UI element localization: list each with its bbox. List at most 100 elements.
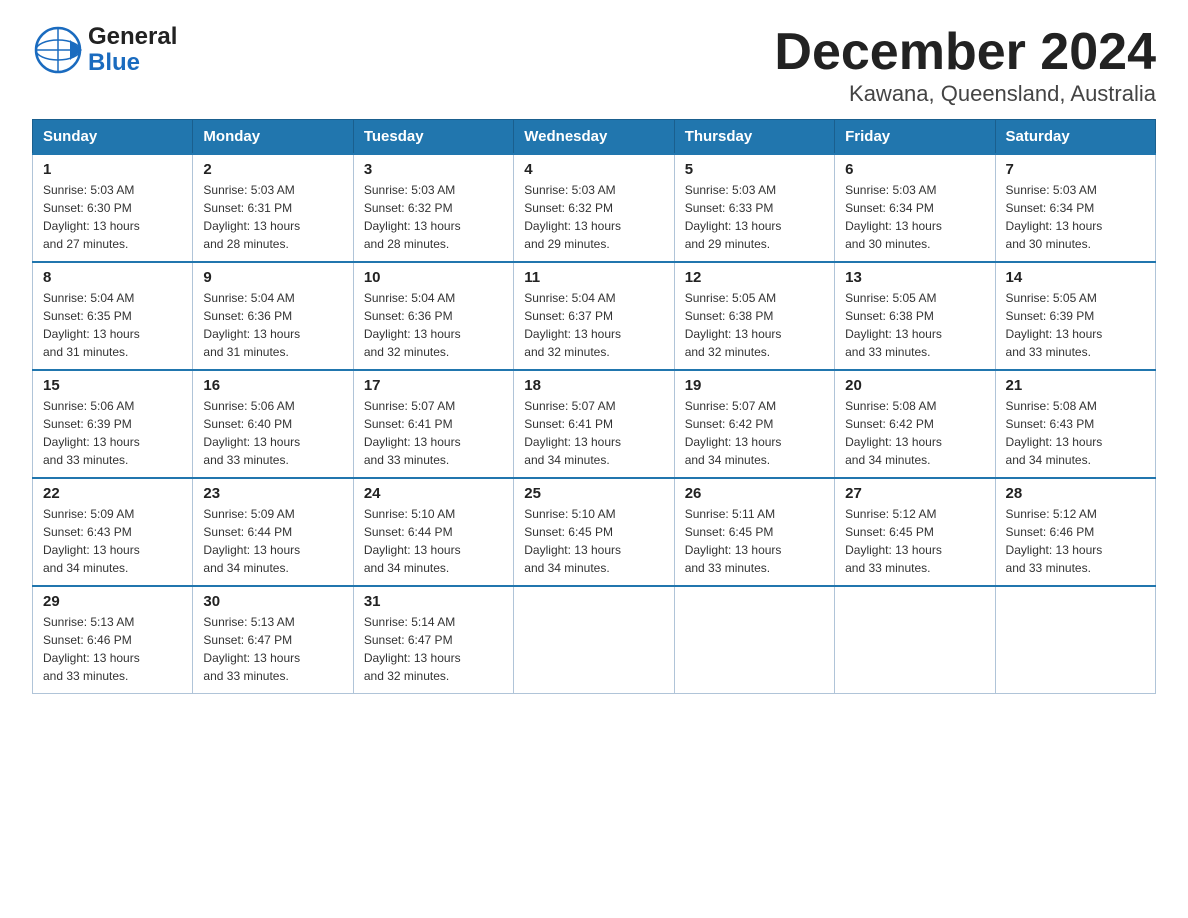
day-info: Sunrise: 5:05 AMSunset: 6:38 PMDaylight:… xyxy=(685,289,824,361)
week-row-2: 8Sunrise: 5:04 AMSunset: 6:35 PMDaylight… xyxy=(33,262,1156,370)
day-info: Sunrise: 5:04 AMSunset: 6:36 PMDaylight:… xyxy=(203,289,342,361)
col-header-thursday: Thursday xyxy=(674,120,834,155)
day-number: 29 xyxy=(43,593,182,610)
day-info: Sunrise: 5:07 AMSunset: 6:41 PMDaylight:… xyxy=(524,397,663,469)
day-info: Sunrise: 5:03 AMSunset: 6:32 PMDaylight:… xyxy=(524,181,663,253)
day-number: 3 xyxy=(364,161,503,178)
day-info: Sunrise: 5:03 AMSunset: 6:32 PMDaylight:… xyxy=(364,181,503,253)
calendar-cell: 16 Sunrise: 5:06 AMSunset: 6:40 PMDayligh… xyxy=(193,370,353,478)
page-header: General Blue December 2024 Kawana, Queen… xyxy=(32,24,1156,107)
calendar-cell: 11 Sunrise: 5:04 AMSunset: 6:37 PMDayligh… xyxy=(514,262,674,370)
calendar-cell: 1Sunrise: 5:03 AMSunset: 6:30 PMDaylight… xyxy=(33,154,193,262)
calendar-cell: 10 Sunrise: 5:04 AMSunset: 6:36 PMDayligh… xyxy=(353,262,513,370)
day-number: 31 xyxy=(364,593,503,610)
day-info: Sunrise: 5:06 AMSunset: 6:39 PMDaylight:… xyxy=(43,397,182,469)
calendar-cell: 7Sunrise: 5:03 AMSunset: 6:34 PMDaylight… xyxy=(995,154,1155,262)
day-info: Sunrise: 5:06 AMSunset: 6:40 PMDaylight:… xyxy=(203,397,342,469)
col-header-friday: Friday xyxy=(835,120,995,155)
day-number: 12 xyxy=(685,269,824,286)
title-block: December 2024 Kawana, Queensland, Austra… xyxy=(774,24,1156,107)
calendar-cell: 25 Sunrise: 5:10 AMSunset: 6:45 PMDayligh… xyxy=(514,478,674,586)
day-number: 15 xyxy=(43,377,182,394)
day-number: 30 xyxy=(203,593,342,610)
col-header-saturday: Saturday xyxy=(995,120,1155,155)
week-row-4: 22Sunrise: 5:09 AMSunset: 6:43 PMDayligh… xyxy=(33,478,1156,586)
day-number: 25 xyxy=(524,485,663,502)
day-info: Sunrise: 5:10 AMSunset: 6:44 PMDaylight:… xyxy=(364,505,503,577)
calendar-cell: 31 Sunrise: 5:14 AMSunset: 6:47 PMDayligh… xyxy=(353,586,513,694)
day-number: 19 xyxy=(685,377,824,394)
day-number: 5 xyxy=(685,161,824,178)
calendar-cell: 21 Sunrise: 5:08 AMSunset: 6:43 PMDayligh… xyxy=(995,370,1155,478)
day-number: 6 xyxy=(845,161,984,178)
day-number: 11 xyxy=(524,269,663,286)
day-number: 2 xyxy=(203,161,342,178)
calendar-table: SundayMondayTuesdayWednesdayThursdayFrid… xyxy=(32,119,1156,694)
calendar-cell: 9 Sunrise: 5:04 AMSunset: 6:36 PMDaylight… xyxy=(193,262,353,370)
calendar-cell: 3 Sunrise: 5:03 AMSunset: 6:32 PMDaylight… xyxy=(353,154,513,262)
calendar-cell: 12 Sunrise: 5:05 AMSunset: 6:38 PMDayligh… xyxy=(674,262,834,370)
col-header-monday: Monday xyxy=(193,120,353,155)
col-header-tuesday: Tuesday xyxy=(353,120,513,155)
day-info: Sunrise: 5:09 AMSunset: 6:44 PMDaylight:… xyxy=(203,505,342,577)
logo-blue-text: Blue xyxy=(88,50,177,76)
week-row-3: 15 Sunrise: 5:06 AMSunset: 6:39 PMDayligh… xyxy=(33,370,1156,478)
calendar-cell: 24 Sunrise: 5:10 AMSunset: 6:44 PMDayligh… xyxy=(353,478,513,586)
calendar-cell: 6Sunrise: 5:03 AMSunset: 6:34 PMDaylight… xyxy=(835,154,995,262)
calendar-cell: 2Sunrise: 5:03 AMSunset: 6:31 PMDaylight… xyxy=(193,154,353,262)
day-info: Sunrise: 5:07 AMSunset: 6:42 PMDaylight:… xyxy=(685,397,824,469)
day-info: Sunrise: 5:03 AMSunset: 6:33 PMDaylight:… xyxy=(685,181,824,253)
day-number: 16 xyxy=(203,377,342,394)
day-number: 10 xyxy=(364,269,503,286)
calendar-cell: 15 Sunrise: 5:06 AMSunset: 6:39 PMDayligh… xyxy=(33,370,193,478)
day-info: Sunrise: 5:12 AMSunset: 6:45 PMDaylight:… xyxy=(845,505,984,577)
week-row-5: 29 Sunrise: 5:13 AMSunset: 6:46 PMDayligh… xyxy=(33,586,1156,694)
day-number: 7 xyxy=(1006,161,1145,178)
day-info: Sunrise: 5:05 AMSunset: 6:39 PMDaylight:… xyxy=(1006,289,1145,361)
day-number: 20 xyxy=(845,377,984,394)
calendar-cell xyxy=(674,586,834,694)
calendar-cell xyxy=(835,586,995,694)
calendar-cell: 8Sunrise: 5:04 AMSunset: 6:35 PMDaylight… xyxy=(33,262,193,370)
day-number: 14 xyxy=(1006,269,1145,286)
day-info: Sunrise: 5:04 AMSunset: 6:35 PMDaylight:… xyxy=(43,289,182,361)
calendar-subtitle: Kawana, Queensland, Australia xyxy=(774,81,1156,107)
calendar-cell: 18 Sunrise: 5:07 AMSunset: 6:41 PMDayligh… xyxy=(514,370,674,478)
day-info: Sunrise: 5:10 AMSunset: 6:45 PMDaylight:… xyxy=(524,505,663,577)
day-info: Sunrise: 5:12 AMSunset: 6:46 PMDaylight:… xyxy=(1006,505,1145,577)
calendar-cell: 27 Sunrise: 5:12 AMSunset: 6:45 PMDayligh… xyxy=(835,478,995,586)
logo: General Blue xyxy=(32,24,177,77)
day-number: 17 xyxy=(364,377,503,394)
day-info: Sunrise: 5:09 AMSunset: 6:43 PMDaylight:… xyxy=(43,505,182,577)
calendar-cell: 22Sunrise: 5:09 AMSunset: 6:43 PMDayligh… xyxy=(33,478,193,586)
calendar-cell: 19 Sunrise: 5:07 AMSunset: 6:42 PMDayligh… xyxy=(674,370,834,478)
day-number: 9 xyxy=(203,269,342,286)
day-number: 1 xyxy=(43,161,182,178)
day-number: 4 xyxy=(524,161,663,178)
calendar-cell: 28 Sunrise: 5:12 AMSunset: 6:46 PMDayligh… xyxy=(995,478,1155,586)
day-number: 26 xyxy=(685,485,824,502)
calendar-cell: 20 Sunrise: 5:08 AMSunset: 6:42 PMDayligh… xyxy=(835,370,995,478)
calendar-cell: 30 Sunrise: 5:13 AMSunset: 6:47 PMDayligh… xyxy=(193,586,353,694)
day-number: 24 xyxy=(364,485,503,502)
calendar-cell: 29 Sunrise: 5:13 AMSunset: 6:46 PMDayligh… xyxy=(33,586,193,694)
day-info: Sunrise: 5:14 AMSunset: 6:47 PMDaylight:… xyxy=(364,613,503,685)
calendar-cell xyxy=(995,586,1155,694)
day-info: Sunrise: 5:08 AMSunset: 6:43 PMDaylight:… xyxy=(1006,397,1145,469)
day-info: Sunrise: 5:04 AMSunset: 6:37 PMDaylight:… xyxy=(524,289,663,361)
day-number: 13 xyxy=(845,269,984,286)
day-info: Sunrise: 5:08 AMSunset: 6:42 PMDaylight:… xyxy=(845,397,984,469)
day-number: 21 xyxy=(1006,377,1145,394)
day-number: 18 xyxy=(524,377,663,394)
day-info: Sunrise: 5:05 AMSunset: 6:38 PMDaylight:… xyxy=(845,289,984,361)
calendar-cell: 13 Sunrise: 5:05 AMSunset: 6:38 PMDayligh… xyxy=(835,262,995,370)
calendar-cell xyxy=(514,586,674,694)
day-info: Sunrise: 5:04 AMSunset: 6:36 PMDaylight:… xyxy=(364,289,503,361)
day-number: 28 xyxy=(1006,485,1145,502)
calendar-title: December 2024 xyxy=(774,24,1156,81)
day-info: Sunrise: 5:11 AMSunset: 6:45 PMDaylight:… xyxy=(685,505,824,577)
calendar-cell: 5 Sunrise: 5:03 AMSunset: 6:33 PMDaylight… xyxy=(674,154,834,262)
day-info: Sunrise: 5:13 AMSunset: 6:47 PMDaylight:… xyxy=(203,613,342,685)
day-info: Sunrise: 5:13 AMSunset: 6:46 PMDaylight:… xyxy=(43,613,182,685)
day-number: 27 xyxy=(845,485,984,502)
